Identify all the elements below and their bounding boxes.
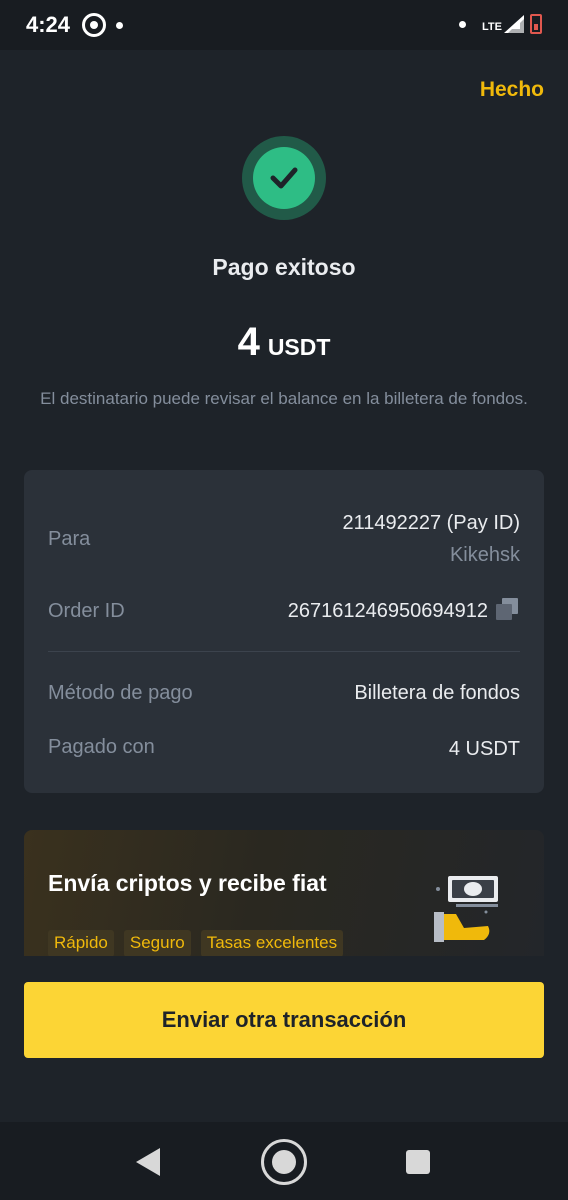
- promo-tags: Rápido Seguro Tasas excelentes: [48, 930, 353, 956]
- home-button[interactable]: [261, 1139, 307, 1185]
- notification-icon: [82, 13, 107, 37]
- promo-tag: Tasas excelentes: [200, 930, 344, 956]
- check-circle-icon: [242, 136, 326, 220]
- promo-tag: Seguro: [123, 930, 191, 956]
- recent-apps-icon[interactable]: [406, 1150, 430, 1174]
- result-subtitle: El destinatario puede revisar el balance…: [40, 389, 528, 408]
- done-button[interactable]: Hecho: [480, 78, 544, 102]
- transaction-details-card: Para 211492227 (Pay ID) Kikehsk Order ID…: [24, 470, 544, 793]
- recipient-name: Kikehsk: [449, 544, 520, 566]
- recipient-label: Para: [48, 528, 91, 550]
- recipient-value: 211492227 (Pay ID): [342, 512, 520, 534]
- signal-icon: [504, 15, 524, 33]
- amount-currency: USDT: [267, 334, 331, 360]
- cash-hand-icon: [434, 876, 498, 942]
- order-id-value: 267161246950694912: [287, 600, 488, 622]
- checkmark-icon: [270, 167, 298, 189]
- paid-with-label: Pagado con: [48, 736, 155, 758]
- back-icon[interactable]: [136, 1148, 162, 1176]
- payment-method-value: Billetera de fondos: [354, 682, 520, 704]
- status-time: 4:24: [26, 12, 71, 37]
- amount-value: 4: [237, 320, 260, 364]
- payment-method-label: Método de pago: [48, 682, 193, 704]
- network-type-label: LTE: [482, 21, 502, 33]
- check-circle-inner: [253, 147, 315, 209]
- promo-banner[interactable]: Envía criptos y recibe fiat Rápido Segur…: [24, 830, 544, 956]
- amount-display: 4 USDT: [0, 320, 568, 365]
- promo-tag: Rápido: [48, 930, 114, 956]
- copy-icon[interactable]: [496, 598, 518, 620]
- notification-dot-icon: [116, 21, 124, 29]
- status-indicators: LTE: [459, 14, 542, 34]
- result-title: Pago exitoso: [212, 254, 356, 280]
- status-dot-icon: [459, 20, 467, 28]
- battery-icon: [530, 14, 542, 34]
- home-icon: [272, 1150, 296, 1174]
- details-divider: [48, 651, 520, 652]
- send-another-transaction-button[interactable]: Enviar otra transacción: [24, 982, 544, 1058]
- system-navigation-bar: [0, 1122, 568, 1200]
- promo-title: Envía criptos y recibe fiat: [48, 870, 327, 896]
- status-bar: 4:24 LTE: [0, 0, 568, 50]
- paid-with-value: 4 USDT: [448, 738, 520, 760]
- order-id-label: Order ID: [48, 600, 125, 622]
